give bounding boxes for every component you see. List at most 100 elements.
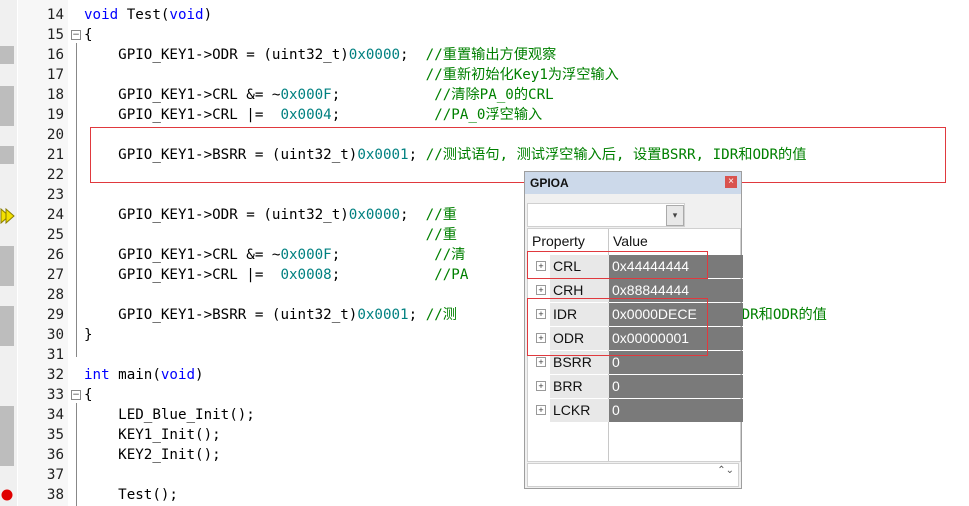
register-value[interactable]: 0: [609, 399, 743, 422]
line-number: 18: [46, 87, 64, 103]
header-value: Value: [613, 233, 648, 249]
code-text: GPIO_KEY1->CRL &= ~0x000F; //清: [84, 245, 466, 265]
line-number: 32: [46, 367, 64, 383]
number-token: 0x0008: [280, 267, 332, 283]
code-text: GPIO_KEY1->CRL |= 0x0004; //PA_0浮空输入: [84, 105, 542, 125]
code-line[interactable]: 37: [0, 465, 969, 485]
code-line[interactable]: 32 int main(void): [0, 365, 969, 385]
code-token: ;: [400, 207, 426, 223]
line-number: 21: [46, 147, 64, 163]
fold-toggle-icon[interactable]: −: [71, 30, 81, 40]
code-token: ;: [331, 247, 435, 263]
line-number: 36: [46, 447, 64, 463]
comment-token: //PA: [434, 267, 469, 283]
code-line[interactable]: 19 GPIO_KEY1->CRL |= 0x0004; //PA_0浮空输入: [0, 105, 969, 125]
code-line[interactable]: 38 Test();: [0, 485, 969, 505]
code-token: ): [203, 7, 213, 23]
code-text: {: [84, 385, 93, 405]
number-token: 0x000F: [280, 87, 332, 103]
code-line[interactable]: 30}: [0, 325, 969, 345]
code-token: KEY2_Init();: [84, 447, 221, 463]
code-line[interactable]: 14 void Test(void): [0, 5, 969, 25]
code-line[interactable]: 35 KEY1_Init();: [0, 425, 969, 445]
code-line[interactable]: 28: [0, 285, 969, 305]
code-line[interactable]: 36 KEY2_Init();: [0, 445, 969, 465]
code-token: LED_Blue_Init();: [84, 407, 255, 423]
code-line[interactable]: 16 GPIO_KEY1->ODR = (uint32_t)0x0000; //…: [0, 45, 969, 65]
code-line[interactable]: 23: [0, 185, 969, 205]
code-line[interactable]: 17 //重新初始化Key1为浮空输入: [0, 65, 969, 85]
register-select[interactable]: ▾: [527, 203, 685, 227]
fold-toggle-icon[interactable]: −: [71, 390, 81, 400]
line-number: 17: [46, 67, 64, 83]
code-text: GPIO_KEY1->CRL &= ~0x000F; //清除PA_0的CRL: [84, 85, 554, 105]
keyword-token: void: [160, 367, 196, 383]
code-line[interactable]: 15−{: [0, 25, 969, 45]
code-line[interactable]: 26 GPIO_KEY1->CRL &= ~0x000F; //清: [0, 245, 969, 265]
code-text: KEY1_Init();: [84, 425, 221, 445]
code-token: }: [84, 327, 93, 343]
code-line[interactable]: 34 LED_Blue_Init();: [0, 405, 969, 425]
comment-token: //PA_0浮空输入: [434, 107, 543, 123]
code-line[interactable]: 27 GPIO_KEY1->CRL |= 0x0008; //PA: [0, 265, 969, 285]
highlight-box-crl: [527, 251, 708, 279]
code-token: main(: [109, 367, 161, 383]
register-row-brr[interactable]: + BRR 0: [528, 375, 743, 399]
line-number: 35: [46, 427, 64, 443]
number-token: 0x0001: [357, 307, 409, 323]
code-token: Test(: [118, 7, 170, 23]
code-token: ;: [408, 307, 426, 323]
register-row-lckr[interactable]: + LCKR 0: [528, 399, 743, 423]
line-number: 27: [46, 267, 64, 283]
fold-guide: [76, 403, 77, 506]
expand-icon[interactable]: +: [536, 381, 546, 391]
register-value[interactable]: 0: [609, 375, 743, 398]
register-name: LCKR: [550, 399, 609, 422]
code-token: GPIO_KEY1->ODR = (uint32_t): [84, 47, 349, 63]
comment-token: //重新初始化Key1为浮空输入: [425, 67, 619, 83]
line-number: 34: [46, 407, 64, 423]
code-token: ): [195, 367, 204, 383]
keyword-token: void: [84, 7, 119, 23]
keyword-token: void: [169, 7, 204, 23]
expand-icon[interactable]: +: [536, 285, 546, 295]
code-token: ;: [331, 87, 435, 103]
code-line[interactable]: 25 //重: [0, 225, 969, 245]
code-token: KEY1_Init();: [84, 427, 221, 443]
code-line[interactable]: 18 GPIO_KEY1->CRL &= ~0x000F; //清除PA_0的C…: [0, 85, 969, 105]
line-number: 38: [46, 487, 64, 503]
line-number: 30: [46, 327, 64, 343]
code-token: Test();: [84, 487, 178, 503]
code-token: GPIO_KEY1->BSRR = (uint32_t): [84, 307, 358, 323]
code-text: GPIO_KEY1->ODR = (uint32_t)0x0000; //重: [84, 205, 457, 225]
close-icon[interactable]: ×: [725, 176, 737, 188]
line-number: 29: [46, 307, 64, 323]
code-line[interactable]: 24 GPIO_KEY1->ODR = (uint32_t)0x0000; //…: [0, 205, 969, 225]
spin-arrows-icon[interactable]: ⌃⌄: [717, 466, 734, 476]
comment-token: //重: [425, 207, 457, 223]
code-line[interactable]: 29 GPIO_KEY1->BSRR = (uint32_t)0x0001; /…: [0, 305, 969, 325]
code-text: LED_Blue_Init();: [84, 405, 255, 425]
line-number: 14: [46, 7, 64, 23]
code-token: GPIO_KEY1->ODR = (uint32_t): [84, 207, 349, 223]
line-number: 26: [46, 247, 64, 263]
expand-icon[interactable]: +: [536, 405, 546, 415]
code-token: GPIO_KEY1->CRL &= ~: [84, 247, 281, 263]
code-text: //重: [84, 225, 457, 245]
highlight-box-idr-odr: [527, 298, 708, 356]
line-number: 16: [46, 47, 64, 63]
code-token: GPIO_KEY1->CRL |=: [84, 267, 281, 283]
code-line[interactable]: 31: [0, 345, 969, 365]
code-text: {: [84, 25, 93, 45]
comment-token: //清: [434, 247, 466, 263]
line-number: 25: [46, 227, 64, 243]
expand-icon[interactable]: +: [536, 357, 546, 367]
window-titlebar[interactable]: GPIOA ×: [525, 172, 741, 194]
register-name: BRR: [550, 375, 609, 398]
comment-token: //清除PA_0的CRL: [434, 87, 554, 103]
chevron-down-icon[interactable]: ▾: [666, 205, 684, 226]
line-number: 28: [46, 287, 64, 303]
code-line[interactable]: 33−{: [0, 385, 969, 405]
